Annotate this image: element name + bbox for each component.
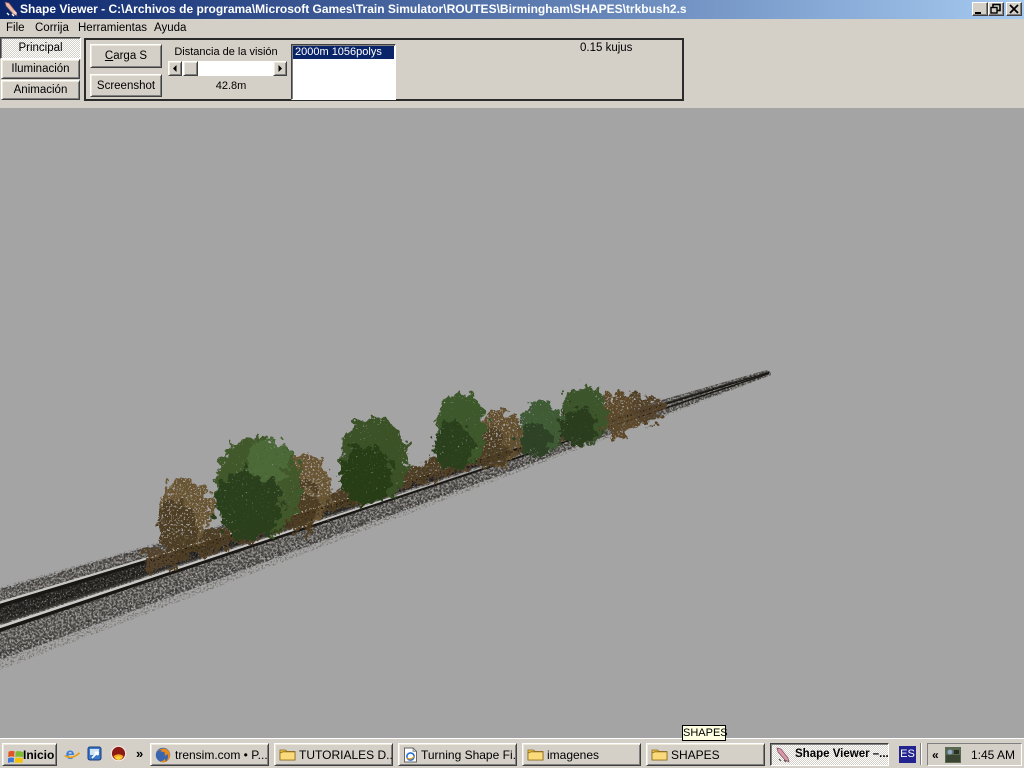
svg-text:e: e	[66, 746, 75, 762]
